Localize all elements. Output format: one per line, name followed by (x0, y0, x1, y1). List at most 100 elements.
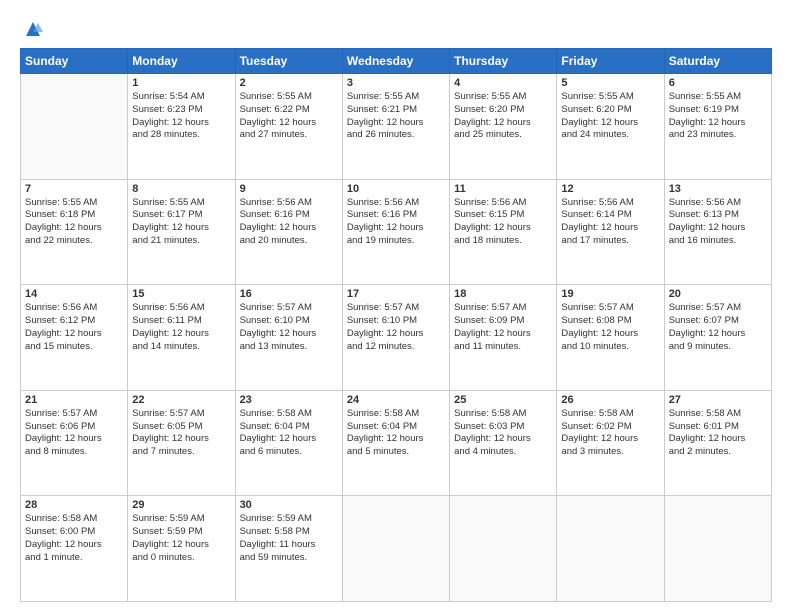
calendar-cell: 27 Sunrise: 5:58 AM Sunset: 6:01 PM Dayli… (664, 390, 771, 496)
day-number: 25 (454, 394, 552, 406)
day-number: 8 (132, 183, 230, 195)
cell-info: Sunrise: 5:56 AM Sunset: 6:11 PM Dayligh… (132, 302, 230, 353)
header (20, 18, 772, 40)
calendar-cell: 24 Sunrise: 5:58 AM Sunset: 6:04 PM Dayli… (342, 390, 449, 496)
calendar-cell: 2 Sunrise: 5:55 AM Sunset: 6:22 PM Daylig… (235, 74, 342, 180)
calendar-cell (664, 496, 771, 602)
week-row-4: 21 Sunrise: 5:57 AM Sunset: 6:06 PM Dayli… (21, 390, 772, 496)
calendar-cell: 25 Sunrise: 5:58 AM Sunset: 6:03 PM Dayli… (450, 390, 557, 496)
cell-info: Sunrise: 5:57 AM Sunset: 6:09 PM Dayligh… (454, 302, 552, 353)
day-number: 9 (240, 183, 338, 195)
day-number: 5 (561, 77, 659, 89)
calendar-cell (342, 496, 449, 602)
calendar-cell: 9 Sunrise: 5:56 AM Sunset: 6:16 PM Daylig… (235, 179, 342, 285)
cell-info: Sunrise: 5:56 AM Sunset: 6:16 PM Dayligh… (240, 197, 338, 248)
calendar-cell: 16 Sunrise: 5:57 AM Sunset: 6:10 PM Dayli… (235, 285, 342, 391)
calendar-cell: 6 Sunrise: 5:55 AM Sunset: 6:19 PM Daylig… (664, 74, 771, 180)
calendar-cell: 14 Sunrise: 5:56 AM Sunset: 6:12 PM Dayli… (21, 285, 128, 391)
calendar-cell: 18 Sunrise: 5:57 AM Sunset: 6:09 PM Dayli… (450, 285, 557, 391)
cell-info: Sunrise: 5:55 AM Sunset: 6:18 PM Dayligh… (25, 197, 123, 248)
calendar-cell: 30 Sunrise: 5:59 AM Sunset: 5:58 PM Dayli… (235, 496, 342, 602)
calendar-cell (450, 496, 557, 602)
day-number: 13 (669, 183, 767, 195)
cell-info: Sunrise: 5:57 AM Sunset: 6:05 PM Dayligh… (132, 408, 230, 459)
cell-info: Sunrise: 5:55 AM Sunset: 6:19 PM Dayligh… (669, 91, 767, 142)
day-number: 4 (454, 77, 552, 89)
week-row-3: 14 Sunrise: 5:56 AM Sunset: 6:12 PM Dayli… (21, 285, 772, 391)
cell-info: Sunrise: 5:54 AM Sunset: 6:23 PM Dayligh… (132, 91, 230, 142)
cell-info: Sunrise: 5:56 AM Sunset: 6:15 PM Dayligh… (454, 197, 552, 248)
cell-info: Sunrise: 5:57 AM Sunset: 6:10 PM Dayligh… (347, 302, 445, 353)
cell-info: Sunrise: 5:57 AM Sunset: 6:10 PM Dayligh… (240, 302, 338, 353)
calendar-cell: 26 Sunrise: 5:58 AM Sunset: 6:02 PM Dayli… (557, 390, 664, 496)
day-number: 21 (25, 394, 123, 406)
calendar-cell: 3Sunrise: 5:55 AM Sunset: 6:21 PM Daylig… (342, 74, 449, 180)
weekday-header-monday: Monday (128, 49, 235, 74)
logo (20, 18, 44, 40)
calendar-cell: 10Sunrise: 5:56 AM Sunset: 6:16 PM Dayli… (342, 179, 449, 285)
day-number: 14 (25, 288, 123, 300)
page: SundayMondayTuesdayWednesdayThursdayFrid… (0, 0, 792, 612)
cell-info: Sunrise: 5:57 AM Sunset: 6:07 PM Dayligh… (669, 302, 767, 353)
calendar-cell: 20Sunrise: 5:57 AM Sunset: 6:07 PM Dayli… (664, 285, 771, 391)
cell-info: Sunrise: 5:57 AM Sunset: 6:06 PM Dayligh… (25, 408, 123, 459)
weekday-header-tuesday: Tuesday (235, 49, 342, 74)
cell-info: Sunrise: 5:55 AM Sunset: 6:22 PM Dayligh… (240, 91, 338, 142)
cell-info: Sunrise: 5:58 AM Sunset: 6:03 PM Dayligh… (454, 408, 552, 459)
day-number: 18 (454, 288, 552, 300)
calendar-cell: 13 Sunrise: 5:56 AM Sunset: 6:13 PM Dayli… (664, 179, 771, 285)
day-number: 15 (132, 288, 230, 300)
weekday-header-thursday: Thursday (450, 49, 557, 74)
calendar-cell: 7 Sunrise: 5:55 AM Sunset: 6:18 PM Daylig… (21, 179, 128, 285)
weekday-header-friday: Friday (557, 49, 664, 74)
cell-info: Sunrise: 5:59 AM Sunset: 5:58 PM Dayligh… (240, 513, 338, 564)
week-row-1: 1Sunrise: 5:54 AM Sunset: 6:23 PM Daylig… (21, 74, 772, 180)
day-number: 30 (240, 499, 338, 511)
calendar-cell: 28Sunrise: 5:58 AM Sunset: 6:00 PM Dayli… (21, 496, 128, 602)
cell-info: Sunrise: 5:56 AM Sunset: 6:13 PM Dayligh… (669, 197, 767, 248)
calendar-cell: 19 Sunrise: 5:57 AM Sunset: 6:08 PM Dayli… (557, 285, 664, 391)
calendar-cell: 12 Sunrise: 5:56 AM Sunset: 6:14 PM Dayli… (557, 179, 664, 285)
cell-info: Sunrise: 5:57 AM Sunset: 6:08 PM Dayligh… (561, 302, 659, 353)
calendar-cell: 21 Sunrise: 5:57 AM Sunset: 6:06 PM Dayli… (21, 390, 128, 496)
week-row-2: 7 Sunrise: 5:55 AM Sunset: 6:18 PM Daylig… (21, 179, 772, 285)
weekday-header-row: SundayMondayTuesdayWednesdayThursdayFrid… (21, 49, 772, 74)
day-number: 23 (240, 394, 338, 406)
cell-info: Sunrise: 5:58 AM Sunset: 6:04 PM Dayligh… (347, 408, 445, 459)
day-number: 2 (240, 77, 338, 89)
cell-info: Sunrise: 5:55 AM Sunset: 6:21 PM Dayligh… (347, 91, 445, 142)
day-number: 29 (132, 499, 230, 511)
day-number: 17 (347, 288, 445, 300)
calendar-cell: 22 Sunrise: 5:57 AM Sunset: 6:05 PM Dayli… (128, 390, 235, 496)
calendar-cell: 17 Sunrise: 5:57 AM Sunset: 6:10 PM Dayli… (342, 285, 449, 391)
day-number: 22 (132, 394, 230, 406)
logo-icon (22, 18, 44, 40)
calendar-cell: 1Sunrise: 5:54 AM Sunset: 6:23 PM Daylig… (128, 74, 235, 180)
week-row-5: 28Sunrise: 5:58 AM Sunset: 6:00 PM Dayli… (21, 496, 772, 602)
cell-info: Sunrise: 5:56 AM Sunset: 6:16 PM Dayligh… (347, 197, 445, 248)
calendar-cell: 4 Sunrise: 5:55 AM Sunset: 6:20 PM Daylig… (450, 74, 557, 180)
weekday-header-sunday: Sunday (21, 49, 128, 74)
calendar-table: SundayMondayTuesdayWednesdayThursdayFrid… (20, 48, 772, 602)
day-number: 19 (561, 288, 659, 300)
day-number: 24 (347, 394, 445, 406)
day-number: 28 (25, 499, 123, 511)
cell-info: Sunrise: 5:55 AM Sunset: 6:20 PM Dayligh… (454, 91, 552, 142)
day-number: 26 (561, 394, 659, 406)
cell-info: Sunrise: 5:56 AM Sunset: 6:12 PM Dayligh… (25, 302, 123, 353)
calendar-cell: 23 Sunrise: 5:58 AM Sunset: 6:04 PM Dayli… (235, 390, 342, 496)
cell-info: Sunrise: 5:58 AM Sunset: 6:02 PM Dayligh… (561, 408, 659, 459)
cell-info: Sunrise: 5:58 AM Sunset: 6:01 PM Dayligh… (669, 408, 767, 459)
weekday-header-saturday: Saturday (664, 49, 771, 74)
day-number: 7 (25, 183, 123, 195)
day-number: 16 (240, 288, 338, 300)
calendar-cell (21, 74, 128, 180)
cell-info: Sunrise: 5:55 AM Sunset: 6:17 PM Dayligh… (132, 197, 230, 248)
cell-info: Sunrise: 5:56 AM Sunset: 6:14 PM Dayligh… (561, 197, 659, 248)
cell-info: Sunrise: 5:58 AM Sunset: 6:04 PM Dayligh… (240, 408, 338, 459)
day-number: 27 (669, 394, 767, 406)
day-number: 11 (454, 183, 552, 195)
day-number: 12 (561, 183, 659, 195)
calendar-cell: 8 Sunrise: 5:55 AM Sunset: 6:17 PM Daylig… (128, 179, 235, 285)
day-number: 6 (669, 77, 767, 89)
